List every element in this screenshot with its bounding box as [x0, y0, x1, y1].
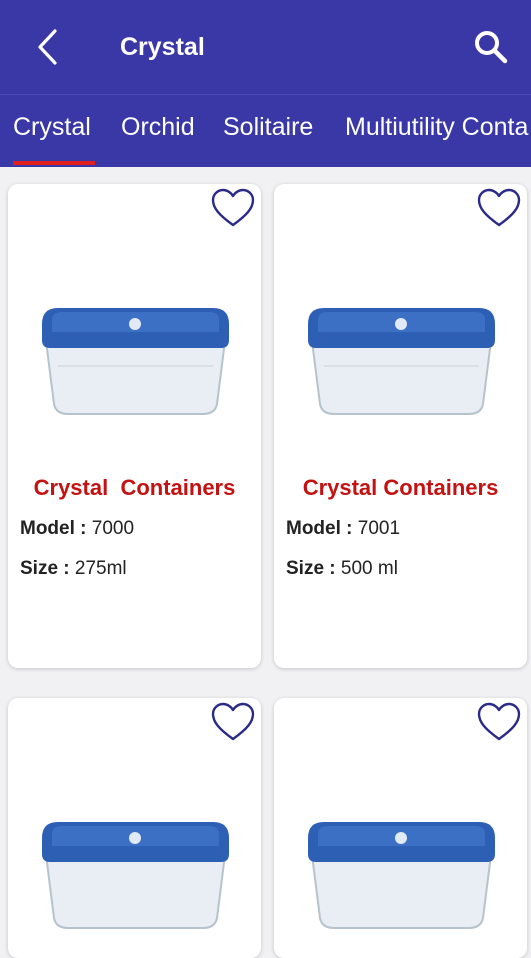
model-row: Model : 7001 — [286, 516, 400, 542]
container-image — [308, 308, 495, 415]
container-image — [42, 308, 229, 415]
back-button[interactable] — [28, 24, 68, 70]
model-label: Model : — [286, 518, 353, 539]
active-tab-indicator — [13, 161, 95, 165]
heart-icon[interactable] — [211, 702, 255, 742]
model-value: 7000 — [91, 518, 135, 539]
size-label: Size : — [286, 558, 336, 579]
heart-icon[interactable] — [211, 188, 255, 228]
container-image — [308, 822, 495, 929]
tab-multiutility[interactable]: Multiutility Conta — [345, 111, 528, 143]
chevron-left-icon — [38, 29, 57, 65]
product-card[interactable]: Crystal Containers Model : 7000 Size : 2… — [8, 184, 261, 668]
search-icon — [475, 31, 508, 64]
size-label: Size : — [20, 558, 70, 579]
product-name: Crystal Containers — [302, 475, 499, 500]
product-card[interactable] — [8, 698, 261, 958]
tab-solitaire[interactable]: Solitaire — [223, 111, 313, 143]
search-button[interactable] — [470, 26, 512, 68]
page-title: Crystal — [120, 33, 205, 61]
product-card[interactable] — [274, 698, 527, 958]
model-row: Model : 7000 — [20, 516, 134, 542]
tab-orchid[interactable]: Orchid — [121, 111, 195, 143]
container-image — [42, 822, 229, 929]
size-row: Size : 500 ml — [286, 556, 398, 582]
model-value: 7001 — [357, 518, 401, 539]
tab-crystal[interactable]: Crystal — [13, 111, 91, 143]
app-bar: Crystal — [0, 0, 531, 94]
heart-icon[interactable] — [477, 188, 521, 228]
model-label: Model : — [20, 518, 87, 539]
product-name: Crystal Containers — [33, 475, 236, 500]
size-value: 500 ml — [340, 558, 398, 579]
category-tabs: Crystal Orchid Solitaire Multiutility Co… — [0, 94, 531, 167]
heart-icon[interactable] — [477, 702, 521, 742]
size-value: 275ml — [74, 558, 127, 579]
product-card[interactable]: Crystal Containers Model : 7001 Size : 5… — [274, 184, 527, 668]
size-row: Size : 275ml — [20, 556, 127, 582]
